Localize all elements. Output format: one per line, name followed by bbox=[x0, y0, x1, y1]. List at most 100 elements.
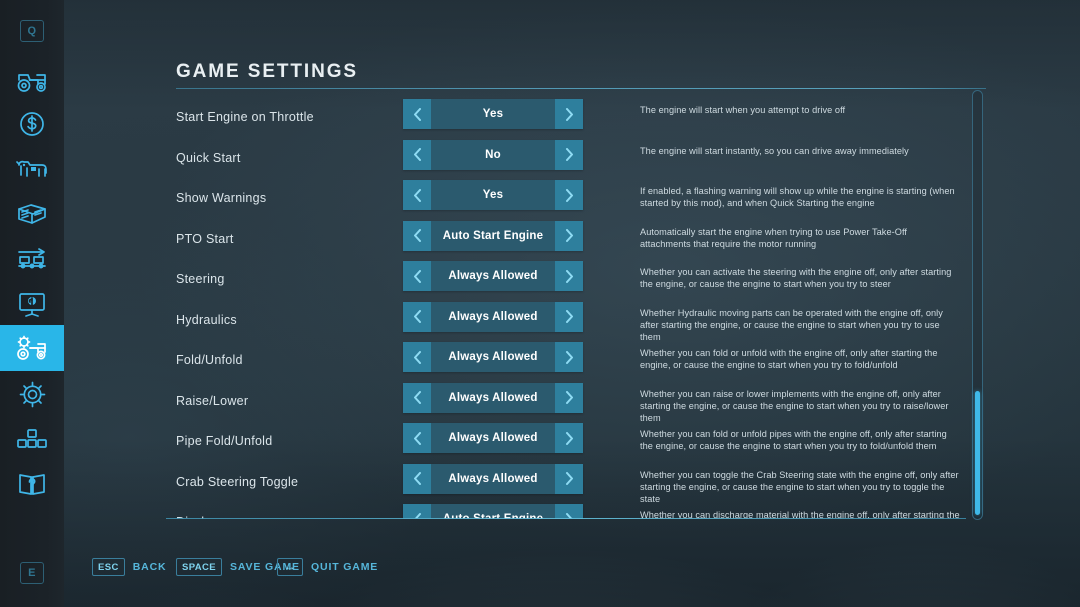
settings-row-description: Whether you can activate the steering wi… bbox=[640, 267, 952, 289]
settings-option-selector[interactable]: Yes bbox=[403, 180, 583, 210]
sidebar-item-vehicles[interactable] bbox=[0, 58, 64, 104]
settings-row-label: Start Engine on Throttle bbox=[176, 110, 314, 124]
footer-action-bar: ESC BACK SPACE SAVE GAME ↔ QUIT GAME bbox=[0, 558, 1080, 590]
settings-row-description: If enabled, a flashing warning will show… bbox=[640, 186, 955, 208]
chevron-left-icon[interactable] bbox=[403, 139, 431, 170]
settings-row-label: PTO Start bbox=[176, 231, 234, 246]
sidebar-icon-rail: Q E bbox=[0, 0, 64, 607]
title-divider bbox=[176, 88, 986, 89]
settings-option-value[interactable]: No bbox=[431, 139, 555, 170]
sidebar-next-tab-key-label: E bbox=[28, 567, 36, 579]
settings-option-selector[interactable]: Always Allowed bbox=[403, 463, 583, 494]
settings-row-description: Whether you can fold or unfold pipes wit… bbox=[640, 429, 947, 451]
chevron-left-icon[interactable] bbox=[403, 423, 431, 453]
settings-option-value[interactable]: Always Allowed bbox=[431, 301, 555, 332]
help-book-icon bbox=[18, 471, 46, 497]
chevron-right-icon[interactable] bbox=[555, 423, 583, 453]
sidebar-item-controls[interactable] bbox=[0, 416, 64, 462]
settings-row: Fold/Unfold Always Allowed Whether you can… bbox=[166, 342, 986, 382]
production-chain-icon bbox=[16, 247, 48, 271]
settings-row-description: The engine will start instantly, so you … bbox=[640, 145, 909, 156]
chevron-right-icon[interactable] bbox=[555, 220, 583, 251]
sidebar-item-animals[interactable] bbox=[0, 146, 64, 192]
chevron-right-icon[interactable] bbox=[555, 382, 583, 413]
chevron-right-icon[interactable] bbox=[555, 342, 583, 372]
chevron-left-icon[interactable] bbox=[403, 180, 431, 210]
chevron-right-icon[interactable] bbox=[555, 301, 583, 332]
key-cap: ESC bbox=[92, 558, 125, 576]
settings-row-description: Whether Hydraulic moving parts can be op… bbox=[640, 307, 943, 342]
dollar-circle-icon bbox=[18, 110, 46, 138]
settings-row-label: Pipe Fold/Unfold bbox=[176, 434, 273, 448]
chevron-right-icon[interactable] bbox=[555, 139, 583, 170]
contracts-book-icon bbox=[16, 202, 48, 226]
sidebar-item-contracts[interactable] bbox=[0, 191, 64, 237]
sidebar-item-production[interactable] bbox=[0, 236, 64, 282]
settings-option-selector[interactable]: Always Allowed bbox=[403, 261, 583, 291]
controls-grid-icon bbox=[17, 428, 47, 450]
chevron-left-icon[interactable] bbox=[403, 342, 431, 372]
page-title: GAME SETTINGS bbox=[176, 61, 358, 82]
settings-row-description: Whether you can toggle the Crab Steering… bbox=[640, 469, 959, 504]
chevron-left-icon[interactable] bbox=[403, 261, 431, 291]
footer-quit-game[interactable]: ↔ QUIT GAME bbox=[277, 558, 378, 576]
settings-option-value[interactable]: Always Allowed bbox=[431, 463, 555, 494]
settings-option-value[interactable]: Always Allowed bbox=[431, 382, 555, 413]
chevron-left-icon[interactable] bbox=[403, 463, 431, 494]
settings-row-label: Hydraulics bbox=[176, 312, 237, 327]
settings-row-label: Quick Start bbox=[176, 150, 241, 165]
settings-option-selector[interactable]: Auto Start Engine bbox=[403, 504, 583, 519]
settings-row-description: The engine will start when you attempt t… bbox=[640, 105, 846, 115]
settings-option-selector[interactable]: Always Allowed bbox=[403, 301, 583, 332]
settings-option-selector[interactable]: Yes bbox=[403, 99, 583, 129]
settings-option-value[interactable]: Yes bbox=[431, 180, 555, 210]
settings-option-selector[interactable]: Auto Start Engine bbox=[403, 220, 583, 251]
chevron-left-icon[interactable] bbox=[403, 382, 431, 413]
settings-row: Show Warnings Yes If enabled, a flashing w… bbox=[166, 180, 986, 220]
sidebar-item-statistics[interactable] bbox=[0, 281, 64, 327]
sidebar-item-help[interactable] bbox=[0, 461, 64, 507]
key-action-label: QUIT GAME bbox=[311, 561, 379, 573]
settings-row: Raise/Lower Always Allowed Whether you can… bbox=[166, 382, 986, 423]
chevron-right-icon[interactable] bbox=[555, 99, 583, 129]
settings-list-viewport: Start Engine on Throttle Yes The engine wi… bbox=[166, 92, 986, 519]
settings-row-description: Whether you can raise or lower implement… bbox=[640, 388, 949, 423]
settings-scrollbar-thumb[interactable] bbox=[975, 391, 980, 515]
chevron-left-icon[interactable] bbox=[403, 99, 431, 129]
chevron-right-icon[interactable] bbox=[555, 180, 583, 210]
gear-icon bbox=[19, 381, 46, 408]
chevron-left-icon[interactable] bbox=[403, 301, 431, 332]
key-cap: ↔ bbox=[277, 558, 303, 576]
settings-row: PTO Start Auto Start Engine Automatically … bbox=[166, 220, 986, 261]
chevron-left-icon[interactable] bbox=[403, 220, 431, 251]
settings-option-selector[interactable]: Always Allowed bbox=[403, 423, 583, 453]
sidebar-item-general-settings[interactable] bbox=[0, 371, 64, 417]
settings-option-value[interactable]: Always Allowed bbox=[431, 342, 555, 372]
settings-row-label: Steering bbox=[176, 272, 225, 286]
settings-option-value[interactable]: Always Allowed bbox=[431, 423, 555, 453]
settings-row: Quick Start No The engine will start insta… bbox=[166, 139, 986, 180]
sidebar-item-game-settings[interactable] bbox=[0, 325, 64, 371]
footer-back[interactable]: ESC BACK bbox=[92, 558, 166, 576]
chevron-right-icon[interactable] bbox=[555, 463, 583, 494]
settings-row: Hydraulics Always Allowed Whether Hydrauli… bbox=[166, 301, 986, 342]
settings-row-description: Whether you can fold or unfold with the … bbox=[640, 348, 938, 370]
settings-option-value[interactable]: Yes bbox=[431, 99, 555, 129]
settings-option-value[interactable]: Auto Start Engine bbox=[431, 220, 555, 251]
chevron-right-icon[interactable] bbox=[555, 504, 583, 519]
settings-row: Crab Steering Toggle Always Allowed Whethe… bbox=[166, 463, 986, 504]
chevron-right-icon[interactable] bbox=[555, 261, 583, 291]
sidebar-prev-tab-key[interactable]: Q bbox=[20, 20, 44, 42]
settings-option-selector[interactable]: No bbox=[403, 139, 583, 170]
chevron-left-icon[interactable] bbox=[403, 504, 431, 519]
sidebar-item-finances[interactable] bbox=[0, 101, 64, 147]
settings-option-selector[interactable]: Always Allowed bbox=[403, 342, 583, 372]
cow-icon bbox=[15, 157, 49, 181]
settings-option-selector[interactable]: Always Allowed bbox=[403, 382, 583, 413]
settings-option-value[interactable]: Always Allowed bbox=[431, 261, 555, 291]
settings-row-label: Fold/Unfold bbox=[176, 353, 243, 367]
settings-option-value[interactable]: Auto Start Engine bbox=[431, 504, 555, 519]
sidebar-next-tab-key[interactable]: E bbox=[20, 562, 44, 584]
settings-scrollbar-track[interactable] bbox=[972, 90, 983, 520]
settings-row: Start Engine on Throttle Yes The engine wi… bbox=[166, 99, 986, 139]
